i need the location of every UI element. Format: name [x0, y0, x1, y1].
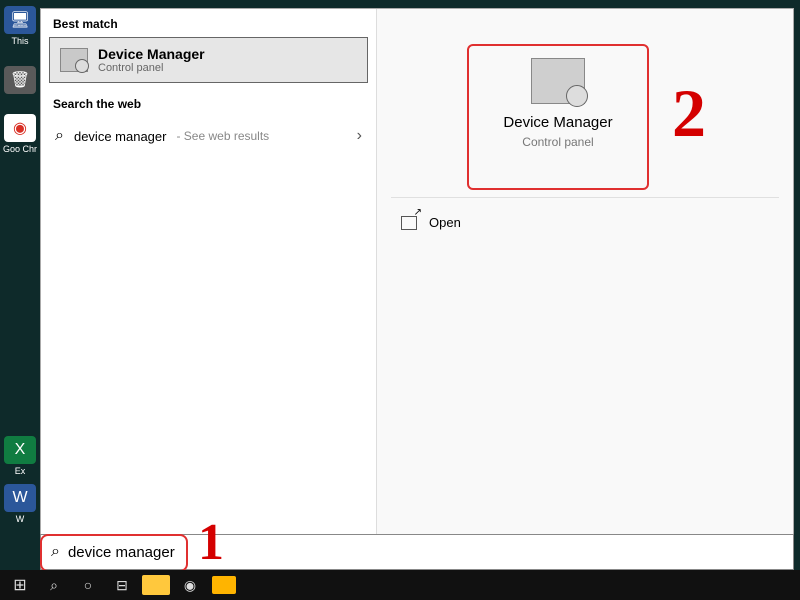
file-explorer-button[interactable]	[140, 572, 172, 598]
divider	[391, 197, 779, 198]
pc-icon: 🖥	[4, 6, 36, 34]
preview-subtitle: Control panel	[469, 135, 647, 149]
desktop-icon-label: Ex	[15, 466, 26, 476]
preview-card-device-manager[interactable]: Device Manager Control panel	[467, 44, 649, 190]
annotation-step-1: 1	[198, 513, 224, 572]
cortana-button[interactable]: ○	[72, 572, 104, 598]
search-results-column: Best match Device Manager Control panel …	[41, 9, 377, 563]
preview-title: Device Manager	[469, 114, 647, 131]
task-view-button[interactable]: ⊟	[106, 572, 138, 598]
best-match-text: Device Manager Control panel	[98, 46, 205, 74]
excel-icon: X	[4, 436, 36, 464]
best-match-item-device-manager[interactable]: Device Manager Control panel	[49, 37, 368, 83]
desktop-icon-this-pc[interactable]: 🖥 This	[2, 6, 38, 48]
desktop-icon-chrome[interactable]: ◉ Goo Chr	[2, 114, 38, 156]
device-manager-icon	[531, 58, 585, 104]
chevron-right-icon: ›	[357, 127, 362, 145]
folder-icon	[142, 575, 170, 595]
desktop-icon-excel[interactable]: X Ex	[2, 436, 38, 478]
word-icon: W	[4, 484, 36, 512]
best-match-title: Device Manager	[98, 46, 205, 62]
web-result-device-manager[interactable]: ⌕ device manager - See web results ›	[41, 117, 376, 155]
open-icon	[401, 216, 417, 230]
recycle-icon: 🗑	[4, 66, 36, 94]
folder-icon	[212, 576, 236, 594]
web-result-query: device manager	[74, 129, 167, 144]
taskbar-search-button[interactable]: ⌕	[38, 572, 70, 598]
taskbar-folder-button[interactable]	[208, 572, 240, 598]
desktop-icon-label: This	[11, 36, 28, 46]
desktop-icon-label: Goo Chr	[3, 144, 37, 154]
taskbar: ⊞ ⌕ ○ ⊟ ◉	[0, 570, 800, 600]
web-result-hint: - See web results	[176, 129, 269, 143]
search-icon: ⌕	[55, 127, 64, 145]
chrome-icon: ◉	[4, 114, 36, 142]
device-manager-icon	[60, 48, 88, 72]
start-button[interactable]: ⊞	[4, 572, 36, 598]
annotation-step-2: 2	[672, 74, 706, 153]
search-icon: ⌕	[51, 543, 60, 561]
open-label: Open	[429, 215, 461, 230]
desktop-icon-word[interactable]: W W	[2, 484, 38, 526]
desktop-icon-label: W	[16, 514, 25, 524]
search-web-heading: Search the web	[41, 89, 376, 117]
search-box[interactable]: ⌕	[40, 534, 794, 570]
desktop-icon-recycle[interactable]: 🗑	[2, 66, 38, 108]
best-match-heading: Best match	[41, 9, 376, 37]
search-input[interactable]	[68, 535, 783, 569]
desktop: 🖥 This 🗑 ◉ Goo Chr X Ex W W	[0, 0, 40, 570]
search-preview-pane: Device Manager Control panel Open	[377, 9, 793, 563]
best-match-subtitle: Control panel	[98, 62, 205, 74]
open-action[interactable]: Open	[401, 215, 461, 230]
chrome-button[interactable]: ◉	[174, 572, 206, 598]
